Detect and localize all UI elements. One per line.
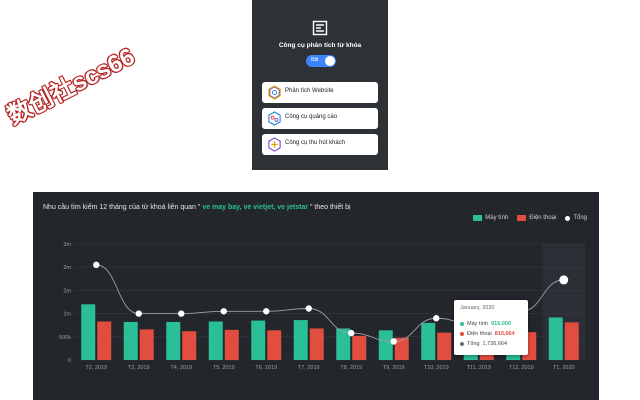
total-point	[559, 275, 569, 285]
tooltip-total-value: 1,726,664	[482, 341, 508, 347]
tooltip-total-label: Tổng	[467, 341, 480, 347]
bar-desktop	[421, 322, 436, 360]
total-point	[135, 310, 142, 317]
y-tick-label: 2m	[63, 265, 71, 271]
tooltip-desktop-value: 916,000	[491, 321, 511, 327]
tooltip-desktop-label: Máy tính	[467, 321, 489, 327]
bar-desktop	[378, 330, 393, 360]
total-point	[348, 329, 355, 337]
y-tick-label: 1m	[63, 312, 71, 318]
total-point	[390, 338, 397, 345]
chart-tooltip: January, 2020 Máy tính 916,000 Điện thoạ…	[454, 300, 528, 355]
bar-desktop	[251, 320, 266, 360]
total-point	[178, 310, 185, 317]
total-point	[433, 315, 440, 322]
tooltip-row-total: Tổng 1,726,664	[460, 341, 507, 347]
bar-mobile	[352, 335, 367, 360]
y-tick-label: 0	[68, 358, 71, 364]
watermark-text: 数创社scs66	[3, 43, 140, 131]
total-point	[263, 308, 270, 315]
bar-mobile	[309, 328, 324, 360]
x-tick-label: T6, 2019	[255, 365, 277, 371]
bar-desktop	[548, 317, 563, 360]
bar-mobile	[182, 331, 197, 360]
y-tick-label: 500k	[59, 335, 71, 341]
customer-attraction-button[interactable]: Công cụ thu hút khách	[262, 134, 378, 155]
tooltip-header: January, 2020	[460, 305, 495, 311]
hexagon-analytics-icon	[268, 85, 281, 100]
y-tick-label: 2m	[63, 288, 71, 294]
tooltip-mobile-value: 810,664	[494, 331, 515, 337]
hexagon-plus-icon	[268, 137, 281, 152]
bar-mobile	[437, 332, 452, 360]
x-tick-label: T4, 2019	[170, 365, 192, 371]
bar-desktop	[293, 320, 308, 360]
tooltip-mobile-label: Điện thoại	[467, 331, 492, 337]
website-analysis-label: Phân tích Website	[285, 88, 334, 94]
tooltip-row-mobile: Điện thoại 810,664	[460, 331, 515, 337]
toggle-knob	[325, 56, 335, 66]
bar-desktop	[208, 321, 223, 360]
y-tick-label: 3m	[63, 242, 71, 248]
popup-title: Công cụ phân tích từ khóa	[278, 42, 362, 49]
x-tick-label: T5, 2019	[213, 365, 235, 371]
total-point	[93, 261, 100, 269]
bar-mobile	[564, 322, 579, 360]
x-tick-label: T8, 2019	[340, 365, 362, 371]
chart-plot: 0 500k 1m 2m 2m 3m T2, 2019 T3, 2019 T4, 2019 T5,…	[59, 242, 585, 371]
ads-tool-button[interactable]: Công cụ quảng cáo	[262, 108, 378, 129]
tooltip-row-desktop: Máy tính 916,000	[460, 321, 511, 327]
ads-tool-label: Công cụ quảng cáo	[285, 114, 338, 120]
x-tick-label: T10, 2019	[424, 365, 449, 371]
x-tick-label: T9, 2019	[383, 365, 405, 371]
tooltip-desktop-dot	[460, 322, 464, 326]
x-tick-label: T11, 2019	[467, 365, 491, 371]
x-tick-label: T7, 2019	[298, 365, 320, 371]
total-point	[305, 305, 312, 312]
x-tick-label: T12, 2019	[509, 365, 534, 371]
website-analysis-button[interactable]: Phân tích Website	[262, 82, 378, 103]
hexagon-ads-icon	[268, 111, 281, 126]
x-tick-label: T1, 2020	[553, 365, 575, 371]
customer-attraction-label: Công cụ thu hút khách	[285, 140, 346, 146]
enable-toggle[interactable]: Bật	[306, 55, 336, 67]
total-point	[220, 308, 227, 315]
bar-mobile	[97, 321, 112, 360]
x-tick-label: T2, 2019	[85, 365, 107, 371]
app-logo-icon	[312, 20, 328, 36]
bar-desktop	[81, 304, 96, 360]
tooltip-mobile-dot	[460, 332, 464, 336]
bar-desktop	[166, 321, 181, 360]
x-tick-label: T3, 2019	[128, 365, 150, 371]
chart-panel: Nhu cầu tìm kiếm 12 tháng của từ khoá li…	[33, 192, 599, 400]
bar-mobile	[267, 330, 282, 360]
toggle-label: Bật	[311, 57, 319, 63]
bar-desktop	[123, 321, 138, 360]
bar-mobile	[139, 329, 154, 360]
tooltip-total-dot	[460, 342, 464, 346]
extension-popup: Công cụ phân tích từ khóa Bật Phân tích …	[252, 0, 388, 170]
bar-mobile	[224, 329, 239, 360]
